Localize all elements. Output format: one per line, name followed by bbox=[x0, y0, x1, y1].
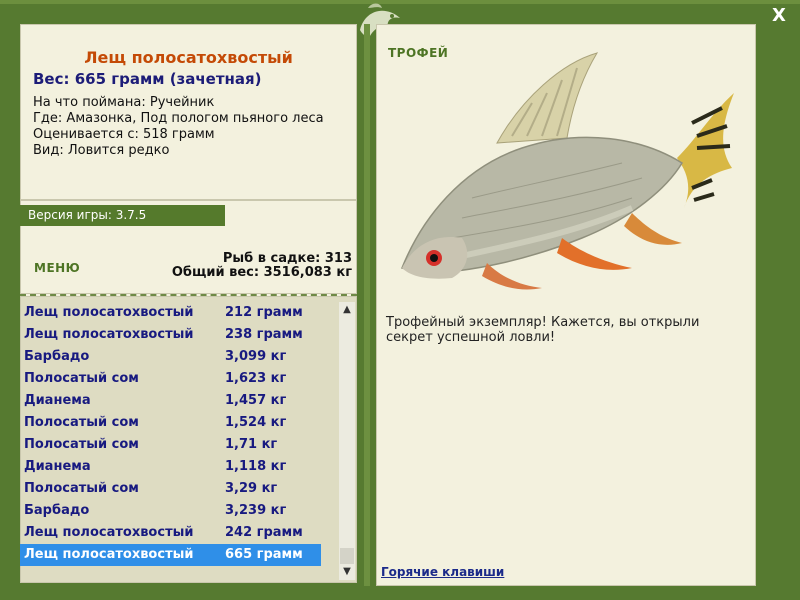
scroll-up-icon[interactable]: ▲ bbox=[339, 302, 355, 318]
catch-fish-name: Лещ полосатохвостый bbox=[24, 327, 194, 342]
catch-list-row[interactable]: Полосатый сом 3,29 кг bbox=[20, 478, 321, 500]
catch-list-row[interactable]: Лещ полосатохвостый 665 грамм bbox=[20, 544, 321, 566]
catch-fish-weight: 3,099 кг bbox=[225, 349, 287, 364]
fish-image bbox=[400, 52, 734, 290]
catch-fish-weight: 3,29 кг bbox=[225, 481, 278, 496]
trophy-message: Трофейный экземпляр! Кажется, вы открыли… bbox=[386, 315, 700, 345]
catch-fish-weight: 242 грамм bbox=[225, 525, 303, 540]
catch-fish-name: Лещ полосатохвостый bbox=[24, 547, 194, 562]
catch-fish-weight: 1,457 кг bbox=[225, 393, 287, 408]
menu-button[interactable]: МЕНЮ bbox=[34, 261, 80, 275]
catch-fish-name: Полосатый сом bbox=[24, 371, 139, 386]
total-weight: Общий вес: 3516,083 кг bbox=[171, 265, 352, 280]
panel-divider bbox=[364, 24, 370, 586]
catch-fish-name: Дианема bbox=[24, 393, 91, 408]
hotkeys-link[interactable]: Горячие клавиши bbox=[381, 565, 504, 579]
catch-fish-name: Полосатый сом bbox=[24, 481, 139, 496]
rated-info: Оценивается с: 518 грамм bbox=[33, 127, 215, 142]
fish-count: Рыб в садке: 313 bbox=[222, 251, 352, 266]
catch-fish-weight: 665 грамм bbox=[225, 547, 303, 562]
catch-list-row[interactable]: Лещ полосатохвостый 242 грамм bbox=[20, 522, 321, 544]
catch-fish-weight: 212 грамм bbox=[225, 305, 303, 320]
scroll-thumb[interactable] bbox=[340, 548, 354, 564]
scroll-down-icon[interactable]: ▼ bbox=[339, 564, 355, 580]
catch-list-row[interactable]: Дианема 1,118 кг bbox=[20, 456, 321, 478]
location-info: Где: Амазонка, Под пологом пьяного леса bbox=[33, 111, 324, 126]
catch-list-row[interactable]: Барбадо 3,099 кг bbox=[20, 346, 321, 368]
catch-fish-name: Лещ полосатохвостый bbox=[24, 525, 194, 540]
catch-fish-weight: 3,239 кг bbox=[225, 503, 287, 518]
fish-weight: Вес: 665 грамм (зачетная) bbox=[33, 70, 262, 88]
catch-fish-name: Лещ полосатохвостый bbox=[24, 305, 194, 320]
catch-fish-name: Полосатый сом bbox=[24, 437, 139, 452]
fish-name: Лещ полосатохвостый bbox=[84, 48, 293, 67]
catch-list-row[interactable]: Полосатый сом 1,623 кг bbox=[20, 368, 321, 390]
catch-fish-weight: 1,118 кг bbox=[225, 459, 287, 474]
catch-list-row[interactable]: Полосатый сом 1,71 кг bbox=[20, 434, 321, 456]
catch-list-row[interactable]: Лещ полосатохвостый 212 грамм bbox=[20, 302, 321, 324]
catch-fish-weight: 238 грамм bbox=[225, 327, 303, 342]
game-version: Версия игры: 3.7.5 bbox=[20, 205, 225, 226]
kind-info: Вид: Ловится редко bbox=[33, 143, 170, 158]
catch-list-scrollbar[interactable]: ▲ ▼ bbox=[339, 302, 355, 580]
catch-fish-name: Барбадо bbox=[24, 503, 90, 518]
catch-list-row[interactable]: Дианема 1,457 кг bbox=[20, 390, 321, 412]
catch-fish-name: Полосатый сом bbox=[24, 415, 139, 430]
catch-list-row[interactable]: Лещ полосатохвостый 238 грамм bbox=[20, 324, 321, 346]
catch-list-row[interactable]: Барбадо 3,239 кг bbox=[20, 500, 321, 522]
catch-list-row[interactable]: Полосатый сом 1,524 кг bbox=[20, 412, 321, 434]
catch-fish-name: Дианема bbox=[24, 459, 91, 474]
catch-fish-weight: 1,623 кг bbox=[225, 371, 287, 386]
bait-info: На что поймана: Ручейник bbox=[33, 95, 215, 110]
catch-fish-weight: 1,71 кг bbox=[225, 437, 278, 452]
catch-fish-name: Барбадо bbox=[24, 349, 90, 364]
close-button[interactable]: X bbox=[772, 5, 786, 26]
catch-fish-weight: 1,524 кг bbox=[225, 415, 287, 430]
